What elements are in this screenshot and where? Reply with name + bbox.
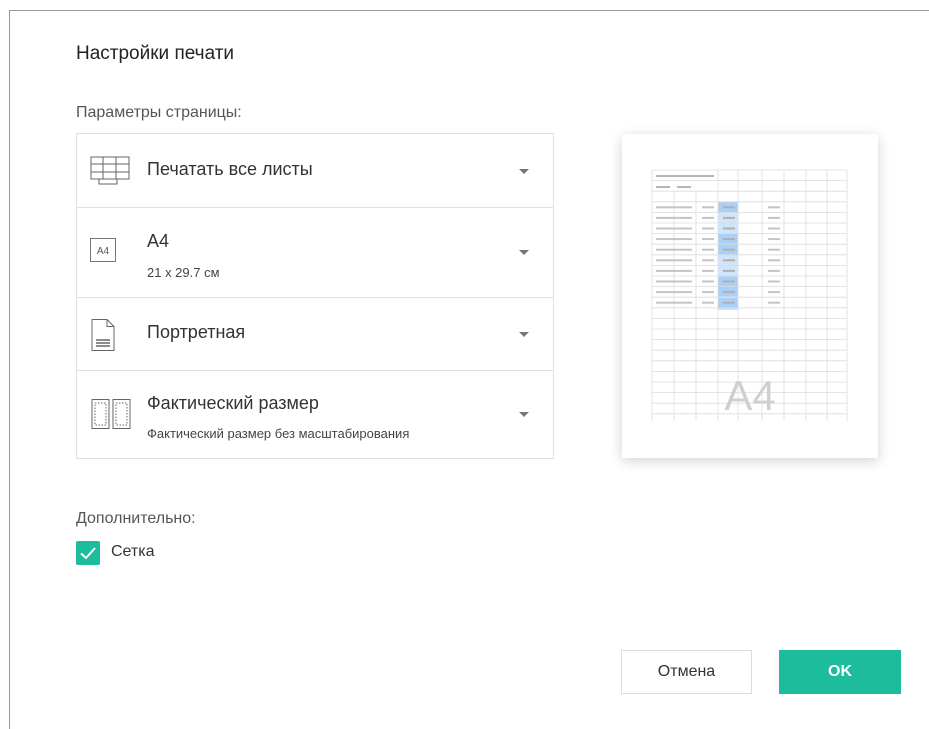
cancel-button[interactable]: Отмена <box>621 650 752 694</box>
additional-label: Дополнительно: <box>76 510 196 527</box>
paper-size-sublabel: 21 x 29.7 см <box>147 265 220 280</box>
grid-checkbox[interactable] <box>76 541 100 565</box>
paper-size-select[interactable]: A4 A4 21 x 29.7 см <box>77 208 553 298</box>
portrait-page-icon <box>89 318 117 357</box>
scaling-sublabel: Фактический размер без масштабирования <box>147 426 410 441</box>
chevron-down-icon <box>519 169 529 174</box>
paper-size-a4-icon: A4 <box>89 237 117 268</box>
ok-button[interactable]: OK <box>779 650 901 694</box>
print-preview: A4 <box>622 134 878 458</box>
chevron-down-icon <box>519 250 529 255</box>
print-sheets-label: Печатать все листы <box>147 159 313 179</box>
scaling-label: Фактический размер <box>147 393 319 413</box>
preview-watermark: A4 <box>724 372 775 419</box>
grid-checkbox-label: Сетка <box>111 543 155 560</box>
orientation-select[interactable]: Портретная <box>77 298 553 371</box>
dialog-title: Настройки печати <box>76 43 235 64</box>
page-params-label: Параметры страницы: <box>76 104 242 121</box>
chevron-down-icon <box>519 332 529 337</box>
scaling-select[interactable]: Фактический размер Фактический размер бе… <box>77 371 553 458</box>
window-left-border <box>9 10 10 729</box>
page-settings-panel: Печатать все листы A4 A4 21 x 29.7 см По… <box>76 133 554 459</box>
actual-size-icon <box>89 398 133 435</box>
orientation-label: Портретная <box>147 322 246 342</box>
print-sheets-select[interactable]: Печатать все листы <box>77 134 553 208</box>
chevron-down-icon <box>519 412 529 417</box>
sheets-table-icon <box>89 154 131 191</box>
window-top-border <box>9 10 929 11</box>
checkmark-icon <box>80 547 96 560</box>
paper-size-label: A4 <box>147 231 170 251</box>
svg-text:A4: A4 <box>97 246 110 257</box>
